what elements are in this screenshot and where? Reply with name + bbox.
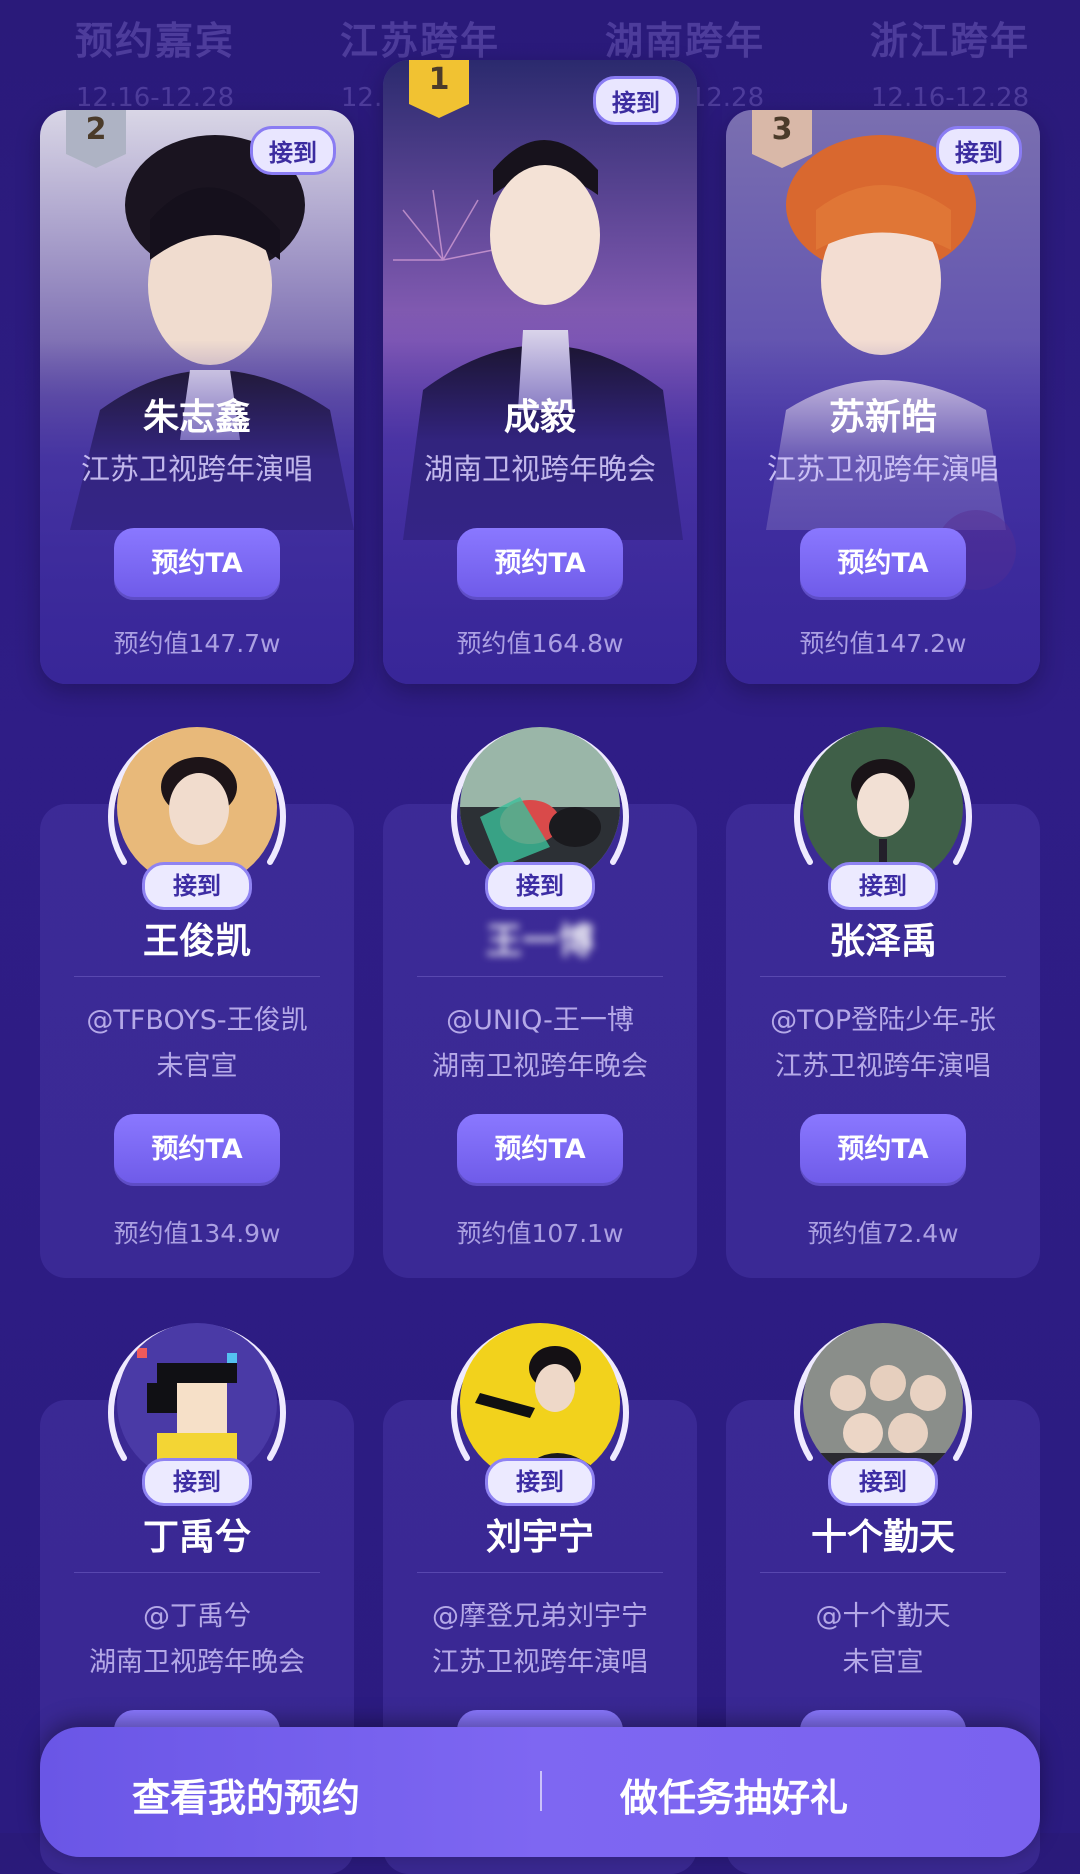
checkin-pill[interactable]: 接到	[593, 76, 679, 125]
rank-badge: 3	[752, 110, 812, 170]
star-event: 江苏卫视跨年演唱	[80, 452, 313, 486]
divider	[760, 976, 1006, 977]
reserve-count: 预约值107.1w	[456, 1219, 624, 1248]
reserve-count: 预约值72.4w	[807, 1219, 959, 1248]
avatar: 接到	[788, 712, 978, 910]
star-event: 未官宣	[156, 1051, 238, 1082]
rank-number: 1	[428, 62, 450, 97]
tab-zhejiang[interactable]: 浙江跨年 12.16-12.28	[820, 10, 1080, 113]
star-handle: @UNIQ-王一博	[446, 1005, 634, 1036]
reserve-button[interactable]: 预约TA	[114, 528, 280, 600]
tab-date: 12.16-12.28	[870, 83, 1030, 113]
star-event: 江苏卫视跨年演唱	[766, 452, 999, 486]
star-handle: @TOP登陆少年-张	[770, 1005, 996, 1036]
divider	[417, 1572, 663, 1573]
reserve-count: 预约值164.8w	[456, 629, 624, 658]
star-name: 苏新皓	[828, 397, 937, 438]
rank-number: 3	[771, 112, 793, 147]
checkin-pill[interactable]: 接到	[485, 862, 595, 910]
reserve-count: 预约值147.2w	[799, 629, 967, 658]
star-handle: @丁禹兮	[143, 1601, 251, 1632]
star-event: 湖南卫视跨年晚会	[89, 1647, 305, 1678]
avatar: 接到	[102, 712, 292, 910]
star-name: 王一博	[485, 921, 594, 962]
tab-title: 湖南跨年	[604, 19, 765, 63]
avatar: 接到	[445, 1308, 635, 1506]
avatar: 接到	[102, 1308, 292, 1506]
star-card[interactable]: 接到 王俊凯 @TFBOYS-王俊凯 未官宣 预约TA 预约值134.9w	[40, 727, 354, 1278]
bottom-action-bar: 查看我的预约 做任务抽好礼	[40, 1727, 1040, 1857]
star-card[interactable]: 接到 张泽禹 @TOP登陆少年-张 江苏卫视跨年演唱 预约TA 预约值72.4w	[726, 727, 1040, 1278]
checkin-pill[interactable]: 接到	[485, 1458, 595, 1506]
star-event: 湖南卫视跨年晚会	[423, 452, 656, 486]
tab-date: 12.16-12.28	[75, 83, 235, 113]
star-event: 未官宣	[842, 1647, 924, 1678]
divider	[417, 976, 663, 977]
avatar: 接到	[788, 1308, 978, 1506]
divider	[760, 1572, 1006, 1573]
tab-title: 预约嘉宾	[74, 19, 235, 63]
divider	[540, 1771, 542, 1811]
star-name: 成毅	[503, 397, 576, 438]
star-name: 十个勤天	[810, 1517, 955, 1558]
tab-title: 江苏跨年	[339, 19, 500, 63]
reserve-button[interactable]: 预约TA	[800, 1114, 966, 1186]
star-handle: @TFBOYS-王俊凯	[86, 1005, 308, 1036]
top-card-rank-3[interactable]: 3 接到 苏新皓 江苏卫视跨年演唱 预约TA 预约值147.2w	[726, 110, 1040, 684]
tab-title: 浙江跨年	[869, 19, 1030, 63]
rank-badge: 1	[409, 60, 469, 120]
rank-badge: 2	[66, 110, 126, 170]
star-name: 朱志鑫	[142, 397, 251, 438]
top-card-rank-1[interactable]: 1 接到 成毅 湖南卫视跨年晚会 预约TA 预约值164.8w	[383, 60, 697, 684]
checkin-pill[interactable]: 接到	[142, 1458, 252, 1506]
star-card[interactable]: 接到 王一博 @UNIQ-王一博 湖南卫视跨年晚会 预约TA 预约值107.1w	[383, 727, 697, 1278]
reserve-button[interactable]: 预约TA	[457, 1114, 623, 1186]
checkin-pill[interactable]: 接到	[828, 1458, 938, 1506]
divider	[74, 1572, 320, 1573]
checkin-pill[interactable]: 接到	[828, 862, 938, 910]
star-handle: @十个勤天	[815, 1601, 951, 1632]
star-name: 王俊凯	[142, 921, 251, 962]
reserve-count: 预约值147.7w	[113, 629, 281, 658]
reserve-button[interactable]: 预约TA	[457, 528, 623, 600]
tasks-rewards-button[interactable]: 做任务抽好礼	[620, 1767, 848, 1822]
tab-guests[interactable]: 预约嘉宾 12.16-12.28	[25, 10, 285, 113]
top-card-rank-2[interactable]: 2 接到 朱志鑫 江苏卫视跨年演唱 预约TA 预约值147.7w	[40, 110, 354, 684]
reserve-count: 预约值134.9w	[113, 1219, 281, 1248]
reserve-button[interactable]: 预约TA	[800, 528, 966, 600]
star-name: 丁禹兮	[142, 1517, 251, 1558]
avatar: 接到	[445, 712, 635, 910]
checkin-pill[interactable]: 接到	[142, 862, 252, 910]
divider	[74, 976, 320, 977]
checkin-pill[interactable]: 接到	[936, 126, 1022, 175]
star-handle: @摩登兄弟刘宇宁	[432, 1601, 648, 1632]
star-event: 江苏卫视跨年演唱	[775, 1051, 991, 1082]
my-reservations-button[interactable]: 查看我的预约	[132, 1767, 360, 1822]
star-event: 江苏卫视跨年演唱	[432, 1647, 648, 1678]
rank-number: 2	[85, 112, 107, 147]
star-event: 湖南卫视跨年晚会	[432, 1051, 648, 1082]
checkin-pill[interactable]: 接到	[250, 126, 336, 175]
reserve-button[interactable]: 预约TA	[114, 1114, 280, 1186]
star-name: 张泽禹	[828, 921, 937, 962]
star-name: 刘宇宁	[485, 1517, 594, 1558]
